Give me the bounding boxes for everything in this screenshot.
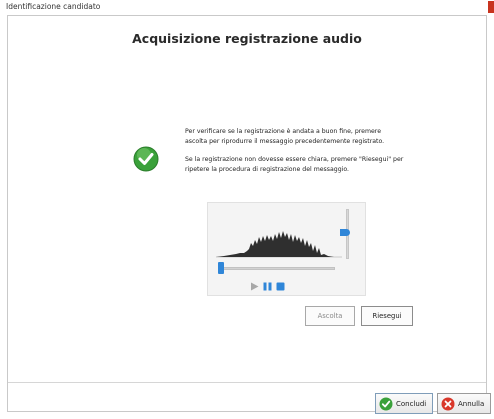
concludi-label: Concludi	[396, 399, 427, 408]
volume-handle[interactable]	[340, 229, 350, 236]
page-title: Acquisizione registrazione audio	[132, 31, 362, 46]
waveform	[216, 231, 342, 258]
annulla-button[interactable]: Annulla	[437, 393, 491, 414]
playback-timeline[interactable]	[222, 267, 335, 270]
check-icon	[379, 397, 393, 410]
annulla-label: Annulla	[458, 399, 485, 408]
riesegui-button[interactable]: Riesegui	[361, 306, 413, 326]
ascolta-button[interactable]: Ascolta	[305, 306, 355, 326]
cancel-icon	[441, 397, 455, 410]
pause-icon[interactable]	[263, 282, 272, 291]
close-icon[interactable]	[488, 1, 494, 13]
concludi-button[interactable]: Concludi	[375, 393, 433, 414]
stop-icon[interactable]	[276, 282, 285, 291]
audio-player	[207, 202, 366, 296]
transport-controls	[250, 279, 296, 293]
instruction-paragraph-2: Se la registrazione non dovesse essere c…	[185, 156, 404, 173]
playback-position-handle[interactable]	[218, 262, 224, 274]
instructions-text: Per verificare se la registrazione è and…	[185, 127, 405, 183]
title-bar: Identificazione candidato	[0, 0, 494, 16]
instruction-paragraph-1: Per verificare se la registrazione è and…	[185, 128, 385, 145]
footer-divider	[8, 382, 486, 383]
window-title: Identificazione candidato	[6, 2, 101, 11]
play-icon[interactable]	[250, 282, 259, 291]
dialog-window: Identificazione candidato Acquisizione r…	[0, 0, 494, 419]
success-check-icon	[133, 146, 159, 172]
